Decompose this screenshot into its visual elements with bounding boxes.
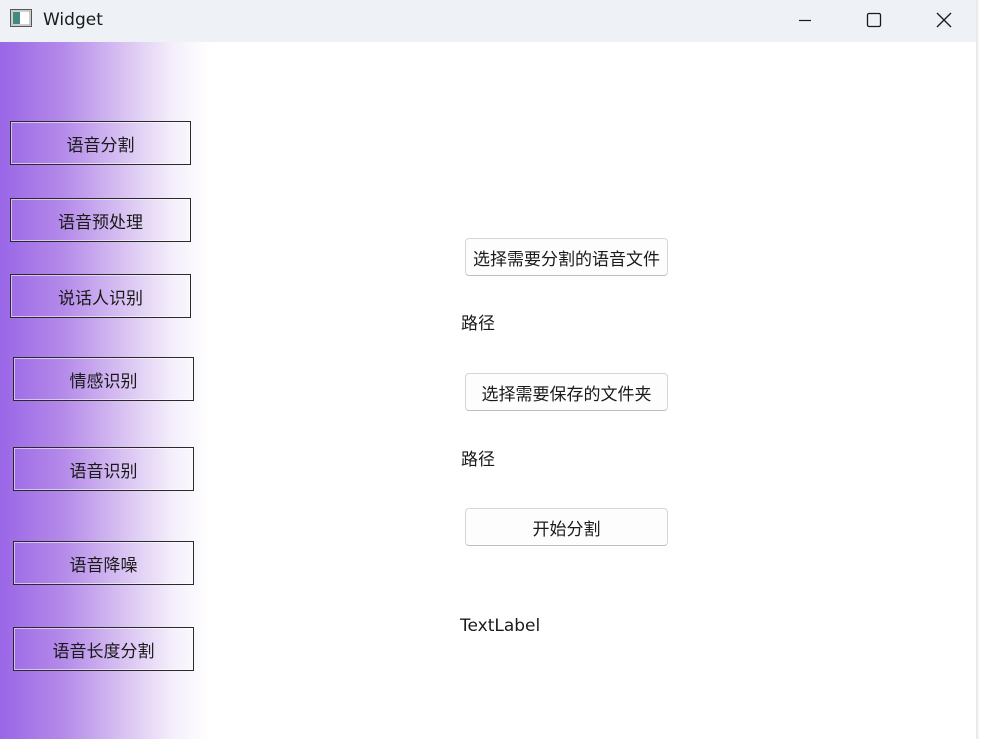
sidebar-item-label: 语音长度分割 bbox=[52, 641, 155, 662]
sidebar-item-label: 语音分割 bbox=[66, 135, 135, 156]
sidebar-item-label: 语音降噪 bbox=[69, 555, 138, 576]
sidebar-item-speaker-recognition[interactable]: 说话人识别 bbox=[10, 274, 191, 318]
maximize-icon bbox=[866, 12, 882, 28]
folder-path-label: 路径 bbox=[461, 450, 495, 470]
status-text-label: TextLabel bbox=[460, 616, 541, 636]
start-segmentation-button[interactable]: 开始分割 bbox=[465, 508, 668, 546]
sidebar-item-speech-segmentation[interactable]: 语音分割 bbox=[10, 121, 191, 165]
sidebar-item-emotion-recognition[interactable]: 情感识别 bbox=[13, 357, 194, 401]
sidebar-item-label: 语音预处理 bbox=[58, 212, 143, 233]
widget-window: Widget 语音分割 语音预处理 说话人识别 情感识别 语音识别 语音降噪 语… bbox=[0, 0, 979, 739]
sidebar-item-label: 语音识别 bbox=[69, 461, 138, 482]
maximize-button[interactable] bbox=[839, 0, 909, 40]
close-icon bbox=[935, 11, 953, 29]
minimize-icon bbox=[797, 12, 813, 28]
sidebar-item-noise-reduction[interactable]: 语音降噪 bbox=[13, 541, 194, 585]
sidebar-item-speech-preprocessing[interactable]: 语音预处理 bbox=[10, 198, 191, 242]
select-save-folder-button[interactable]: 选择需要保存的文件夹 bbox=[465, 373, 668, 411]
sidebar-item-label: 说话人识别 bbox=[58, 288, 143, 309]
select-audio-file-button[interactable]: 选择需要分割的语音文件 bbox=[465, 238, 668, 276]
title-bar[interactable]: Widget bbox=[0, 0, 979, 42]
window-title: Widget bbox=[43, 10, 103, 30]
app-window-icon bbox=[10, 9, 32, 27]
sidebar-item-length-segmentation[interactable]: 语音长度分割 bbox=[13, 627, 194, 671]
desktop-strip bbox=[979, 0, 984, 739]
audio-path-label: 路径 bbox=[461, 314, 495, 334]
minimize-button[interactable] bbox=[770, 0, 840, 40]
close-button[interactable] bbox=[909, 0, 979, 40]
sidebar-item-label: 情感识别 bbox=[69, 371, 138, 392]
sidebar-item-speech-recognition[interactable]: 语音识别 bbox=[13, 447, 194, 491]
